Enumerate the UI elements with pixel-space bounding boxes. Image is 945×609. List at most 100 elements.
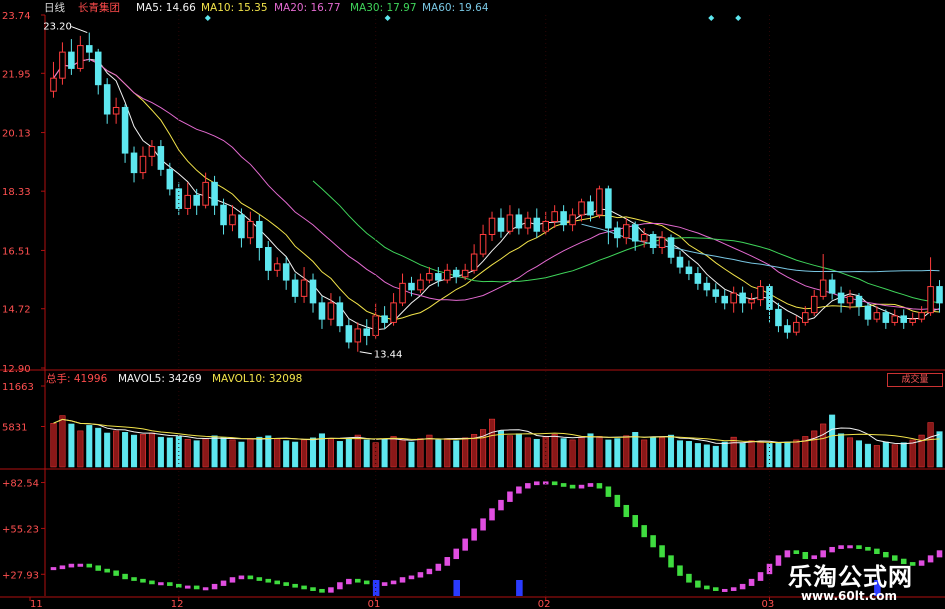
volume-button[interactable]: 成交量 xyxy=(887,373,943,387)
indicator-y-tick-label: +82.54 xyxy=(2,479,39,490)
volume-bar-down xyxy=(68,423,75,468)
candle-down xyxy=(318,302,326,320)
indicator-point-up xyxy=(77,563,84,567)
volume-bar-up xyxy=(847,437,854,468)
volume-bar-down xyxy=(864,443,871,468)
candle-down xyxy=(166,168,174,190)
indicator-point-down xyxy=(605,486,612,497)
indicator-point-up xyxy=(229,577,236,583)
candle-up xyxy=(793,321,800,333)
indicator-point-down xyxy=(167,582,173,586)
candle-up xyxy=(810,295,818,314)
volume-bar-down xyxy=(739,443,746,468)
candle-down xyxy=(631,224,639,242)
candle-up xyxy=(59,51,66,79)
candle-down xyxy=(587,201,594,216)
indicator-point-up xyxy=(158,582,164,586)
indicator-point-up xyxy=(220,580,227,586)
x-tick-label: 12 xyxy=(171,599,184,609)
low-marker-line xyxy=(359,351,372,355)
candle-down xyxy=(614,227,621,239)
indicator-point-down xyxy=(131,577,137,581)
candle-up xyxy=(273,263,281,271)
volume-bar-down xyxy=(784,441,791,468)
candle-up xyxy=(247,220,254,239)
indicator-point-down xyxy=(355,578,361,583)
volume-bar-up xyxy=(202,438,209,468)
indicator-y-tick-label: +55.23 xyxy=(2,524,39,535)
x-tick-label: 01 xyxy=(368,599,381,609)
candle-down xyxy=(855,295,863,307)
volume-bar-up xyxy=(327,438,334,468)
volume-bar-up xyxy=(811,430,818,468)
candle-up xyxy=(112,106,120,115)
volume-bar-up xyxy=(77,430,84,468)
volume-bar-down xyxy=(292,441,299,468)
candle-down xyxy=(936,286,943,304)
ma20-line xyxy=(53,58,940,310)
candle-up xyxy=(461,269,469,278)
volume-bar-down xyxy=(363,439,370,468)
indicator-point-down xyxy=(713,587,719,591)
candle-up xyxy=(578,201,585,216)
kline-chart-window[interactable]: 23.74 21.95 20.13 18.33 16.51 14.72 12.90 23.20… xyxy=(0,0,945,609)
volume-bar-up xyxy=(891,444,898,468)
indicator-point-up xyxy=(381,582,388,586)
volume-bar-up xyxy=(113,430,120,468)
indicator-point-up xyxy=(462,538,468,551)
candle-down xyxy=(68,51,75,69)
candle-up xyxy=(819,279,827,297)
x-tick-label: 11 xyxy=(30,599,43,609)
chart-canvas[interactable]: 23.74 21.95 20.13 18.33 16.51 14.72 12.90 23.20… xyxy=(0,0,945,609)
volume-bar-down xyxy=(211,435,218,468)
volume-bar-up xyxy=(909,439,916,468)
x-tick-label: 03 xyxy=(761,599,774,609)
event-marker-icon xyxy=(708,15,715,21)
indicator-point-down xyxy=(193,585,200,590)
indicator-point-up xyxy=(471,528,477,541)
period-label[interactable]: 日线 xyxy=(44,2,65,15)
volume-bar-down xyxy=(703,444,710,468)
volume-bar-up xyxy=(793,439,800,468)
candle-down xyxy=(211,181,218,206)
indicator-point-up xyxy=(847,545,853,549)
candle-up xyxy=(909,318,916,323)
candle-up xyxy=(470,253,478,271)
indicator-point-down xyxy=(569,484,576,489)
candle-down xyxy=(220,204,227,226)
candle-up xyxy=(658,237,666,249)
indicator-point-down xyxy=(865,546,871,551)
candle-down xyxy=(533,217,541,232)
candle-up xyxy=(927,286,934,314)
candle-down xyxy=(130,152,138,174)
candle-down xyxy=(363,328,370,336)
candle-up xyxy=(372,315,379,336)
indicator-point-up xyxy=(766,563,773,575)
indicator-point-up xyxy=(578,484,585,489)
price-y-tick-label: 14.72 xyxy=(2,305,31,316)
candle-down xyxy=(900,315,907,323)
volume-bar-down xyxy=(721,441,728,468)
volume-bar-up xyxy=(229,439,236,468)
candle-down xyxy=(497,217,505,232)
ma5-label: MA5: 14.66 xyxy=(136,2,196,14)
volume-bar-up xyxy=(59,415,66,468)
volume-bar-down xyxy=(497,430,504,468)
volume-bar-down xyxy=(435,439,442,468)
candle-down xyxy=(837,292,845,304)
candle-down xyxy=(291,279,299,297)
volume-bar-up xyxy=(506,435,513,468)
volume-bar-up xyxy=(578,436,585,468)
volume-bar-down xyxy=(104,432,111,468)
volume-bar-down xyxy=(650,436,657,468)
candle-down xyxy=(766,286,773,310)
candle-down xyxy=(605,188,612,229)
volume-bar-up xyxy=(641,439,648,468)
candle-up xyxy=(300,279,308,297)
price-y-tick-label: 16.51 xyxy=(2,246,31,257)
indicator-point-up xyxy=(838,545,844,549)
volume-bar-up xyxy=(873,445,880,468)
volume-bar-down xyxy=(336,441,343,468)
stock-name: 长青集团 xyxy=(78,2,120,14)
price-y-tick-label: 12.90 xyxy=(2,364,31,375)
